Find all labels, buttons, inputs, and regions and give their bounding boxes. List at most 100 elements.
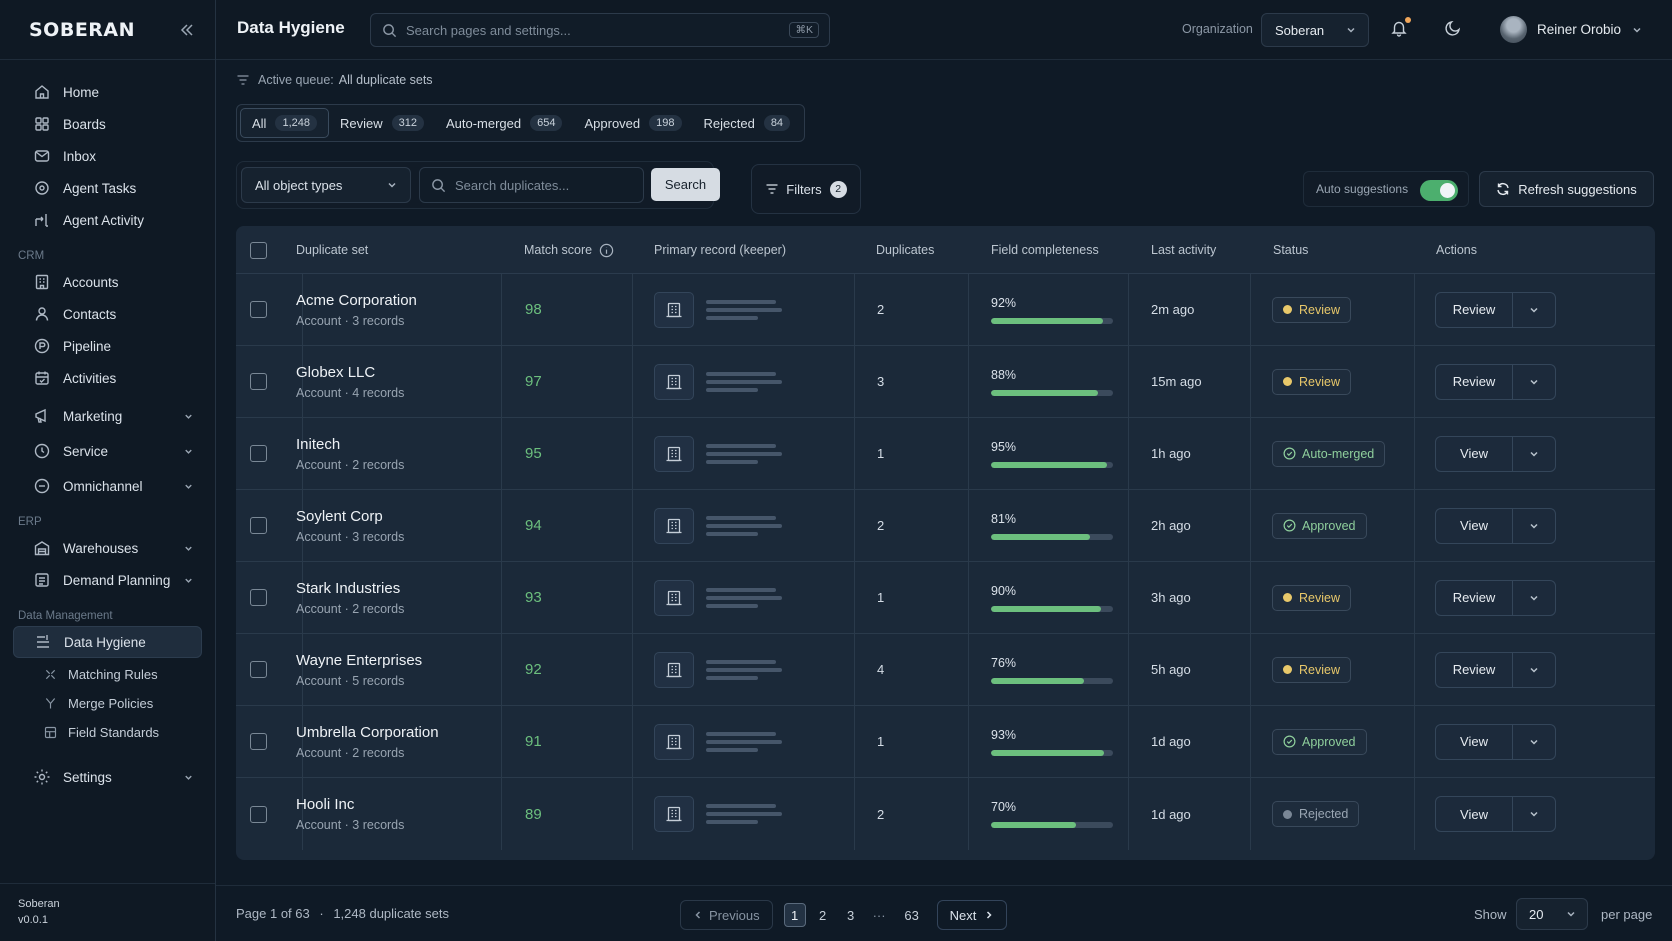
duplicate-set-name[interactable]: Umbrella Corporation — [296, 724, 439, 741]
select-all-checkbox[interactable] — [250, 241, 267, 259]
row-action-menu-button[interactable] — [1513, 653, 1555, 687]
next-page-button[interactable]: Next — [936, 900, 1008, 930]
theme-toggle-button[interactable] — [1444, 19, 1462, 37]
sidebar-item-home[interactable]: Home — [13, 76, 202, 108]
sidebar-item-settings[interactable]: Settings — [13, 761, 202, 793]
tab-rejected[interactable]: Rejected 84 — [693, 108, 802, 138]
row-checkbox[interactable] — [250, 589, 267, 606]
row-action-menu-button[interactable] — [1513, 365, 1555, 399]
duplicate-set-name[interactable]: Hooli Inc — [296, 796, 354, 813]
page-1-button[interactable]: 1 — [783, 903, 806, 927]
row-checkbox[interactable] — [250, 733, 267, 750]
record-placeholder — [706, 728, 782, 756]
row-checkbox[interactable] — [250, 373, 267, 390]
row-action-button[interactable]: View — [1436, 436, 1513, 471]
collapse-sidebar-icon[interactable] — [177, 20, 197, 40]
page-number-info: Page 1 of 63 — [236, 906, 310, 921]
primary-record[interactable] — [654, 562, 782, 633]
last-activity: 3h ago — [1151, 590, 1191, 605]
search-button[interactable]: Search — [651, 168, 720, 201]
object-type-select[interactable]: All object types — [241, 167, 411, 203]
duplicate-set-name[interactable]: Wayne Enterprises — [296, 652, 422, 669]
sidebar-item-inbox[interactable]: Inbox — [13, 140, 202, 172]
row-action-button[interactable]: Review — [1436, 364, 1513, 399]
page-3-button[interactable]: 3 — [840, 903, 862, 927]
notifications-button[interactable] — [1390, 17, 1411, 37]
sidebar-subitem-merge-policies[interactable]: Merge Policies — [13, 689, 202, 718]
sidebar-item-boards[interactable]: Boards — [13, 108, 202, 140]
duplicate-set-name[interactable]: Stark Industries — [296, 580, 400, 597]
organization-select[interactable]: Soberan — [1261, 13, 1369, 47]
info-icon[interactable] — [599, 243, 614, 258]
primary-record[interactable] — [654, 418, 782, 489]
sidebar-item-accounts[interactable]: Accounts — [13, 266, 202, 298]
primary-record[interactable] — [654, 706, 782, 777]
row-checkbox[interactable] — [250, 301, 267, 318]
tab-approved[interactable]: Approved 198 — [573, 108, 692, 138]
table-row[interactable]: Wayne Enterprises Account · 5 records 92… — [236, 634, 1655, 706]
sidebar-subitem-matching-rules[interactable]: Matching Rules — [13, 660, 202, 689]
sidebar-item-activities[interactable]: Activities — [13, 362, 202, 394]
row-checkbox[interactable] — [250, 517, 267, 534]
page-2-button[interactable]: 2 — [812, 903, 834, 927]
sidebar-item-service[interactable]: Service — [13, 435, 202, 467]
previous-page-button[interactable]: Previous — [680, 900, 773, 930]
row-checkbox[interactable] — [250, 661, 267, 678]
refresh-suggestions-button[interactable]: Refresh suggestions — [1479, 171, 1654, 207]
row-action-menu-button[interactable] — [1513, 725, 1555, 759]
primary-record[interactable] — [654, 490, 782, 561]
row-action-menu-button[interactable] — [1513, 293, 1555, 327]
sidebar-item-marketing[interactable]: Marketing — [13, 400, 202, 432]
primary-record[interactable] — [654, 274, 782, 345]
table-row[interactable]: Globex LLC Account · 4 records 97 3 88% … — [236, 346, 1655, 418]
tab-auto-merged[interactable]: Auto-merged 654 — [435, 108, 574, 138]
sidebar-item-agent-activity[interactable]: Agent Activity — [13, 204, 202, 236]
duplicate-set-name[interactable]: Initech — [296, 436, 340, 453]
sidebar-subitem-field-standards[interactable]: Field Standards — [13, 718, 202, 747]
sidebar-item-agent-tasks[interactable]: Agent Tasks — [13, 172, 202, 204]
row-action-button[interactable]: Review — [1436, 292, 1513, 327]
global-search-input[interactable]: Search pages and settings... ⌘K — [370, 13, 830, 47]
sidebar-item-data-hygiene[interactable]: Data Hygiene — [13, 626, 202, 658]
row-actions: Review — [1435, 363, 1556, 400]
sidebar-item-omnichannel[interactable]: Omnichannel — [13, 470, 202, 502]
duplicate-set-name[interactable]: Soylent Corp — [296, 508, 383, 525]
primary-record[interactable] — [654, 634, 782, 705]
row-checkbox[interactable] — [250, 445, 267, 462]
primary-record[interactable] — [654, 346, 782, 417]
page-63-button[interactable]: 63 — [897, 903, 927, 927]
row-action-menu-button[interactable] — [1513, 437, 1555, 471]
filters-button[interactable]: Filters 2 — [751, 164, 861, 214]
row-action-menu-button[interactable] — [1513, 509, 1555, 543]
sidebar-item-warehouses[interactable]: Warehouses — [13, 532, 202, 564]
table-row[interactable]: Stark Industries Account · 2 records 93 … — [236, 562, 1655, 634]
user-name: Reiner Orobio — [1537, 22, 1622, 37]
sidebar-item-pipeline[interactable]: Pipeline — [13, 330, 202, 362]
table-row[interactable]: Initech Account · 2 records 95 1 95% 1h … — [236, 418, 1655, 490]
primary-record[interactable] — [654, 778, 782, 850]
chevron-down-icon — [185, 414, 192, 419]
duplicate-set-name[interactable]: Acme Corporation — [296, 292, 417, 309]
user-menu[interactable]: Reiner Orobio — [1500, 16, 1643, 43]
duplicate-search-input[interactable]: Search duplicates... — [419, 167, 644, 203]
sidebar-item-contacts[interactable]: Contacts — [13, 298, 202, 330]
duplicate-set-name[interactable]: Globex LLC — [296, 364, 375, 381]
sidebar-item-demand-planning[interactable]: Demand Planning — [13, 564, 202, 596]
per-page-select[interactable]: 20 — [1516, 898, 1588, 930]
table-row[interactable]: Acme Corporation Account · 3 records 98 … — [236, 274, 1655, 346]
row-action-menu-button[interactable] — [1513, 797, 1555, 831]
row-action-menu-button[interactable] — [1513, 581, 1555, 615]
row-action-button[interactable]: View — [1436, 724, 1513, 759]
row-checkbox[interactable] — [250, 805, 267, 823]
tab-all[interactable]: All 1,248 — [240, 108, 329, 138]
tab-count-badge: 198 — [649, 115, 682, 131]
row-action-button[interactable]: Review — [1436, 652, 1513, 687]
table-row[interactable]: Umbrella Corporation Account · 2 records… — [236, 706, 1655, 778]
row-action-button[interactable]: View — [1436, 508, 1513, 543]
row-action-button[interactable]: Review — [1436, 580, 1513, 615]
table-row[interactable]: Hooli Inc Account · 3 records 89 2 70% 1… — [236, 778, 1655, 850]
table-row[interactable]: Soylent Corp Account · 3 records 94 2 81… — [236, 490, 1655, 562]
auto-suggestions-toggle[interactable] — [1420, 180, 1458, 201]
row-action-button[interactable]: View — [1436, 797, 1513, 831]
tab-review[interactable]: Review 312 — [329, 108, 435, 138]
